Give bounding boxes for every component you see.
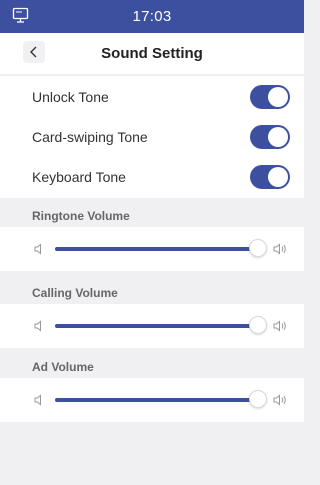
calling-volume-label: Calling Volume bbox=[32, 286, 118, 300]
slider-thumb[interactable] bbox=[249, 316, 267, 334]
volume-low-icon bbox=[34, 243, 41, 255]
ringtone-volume-slider bbox=[0, 227, 304, 271]
toggle-label: Keyboard Tone bbox=[32, 169, 126, 185]
slider-track[interactable] bbox=[55, 316, 267, 334]
volume-high-icon bbox=[273, 243, 286, 255]
volume-low-icon bbox=[34, 394, 41, 406]
ad-volume-label: Ad Volume bbox=[32, 360, 94, 374]
toggle-list: Unlock Tone Card-swiping Tone Keyboard T… bbox=[0, 76, 304, 198]
ad-volume-slider bbox=[0, 378, 304, 422]
slider-thumb[interactable] bbox=[249, 239, 267, 257]
ringtone-volume-label: Ringtone Volume bbox=[32, 209, 130, 223]
slider-fill bbox=[55, 247, 258, 251]
header: Sound Setting bbox=[0, 33, 304, 74]
switch-knob bbox=[268, 127, 288, 147]
toggle-row-card-swiping-tone: Card-swiping Tone bbox=[0, 117, 304, 157]
volume-high-icon bbox=[273, 394, 286, 406]
slider-thumb[interactable] bbox=[249, 390, 267, 408]
switch-knob bbox=[268, 167, 288, 187]
card-swiping-tone-switch[interactable] bbox=[250, 125, 290, 149]
slider-fill bbox=[55, 398, 258, 402]
status-bar: 17:03 bbox=[0, 0, 304, 33]
toggle-row-keyboard-tone: Keyboard Tone bbox=[0, 157, 304, 197]
slider-track[interactable] bbox=[55, 239, 267, 257]
status-time: 17:03 bbox=[132, 8, 172, 25]
switch-knob bbox=[268, 87, 288, 107]
toggle-label: Unlock Tone bbox=[32, 89, 109, 105]
toggle-label: Card-swiping Tone bbox=[32, 129, 148, 145]
volume-high-icon bbox=[273, 320, 286, 332]
unlock-tone-switch[interactable] bbox=[250, 85, 290, 109]
page-title: Sound Setting bbox=[101, 45, 203, 62]
calling-volume-slider bbox=[0, 304, 304, 348]
toggle-row-unlock-tone: Unlock Tone bbox=[0, 77, 304, 117]
volume-low-icon bbox=[34, 320, 41, 332]
keyboard-tone-switch[interactable] bbox=[250, 165, 290, 189]
slider-track[interactable] bbox=[55, 390, 267, 408]
slider-fill bbox=[55, 324, 258, 328]
